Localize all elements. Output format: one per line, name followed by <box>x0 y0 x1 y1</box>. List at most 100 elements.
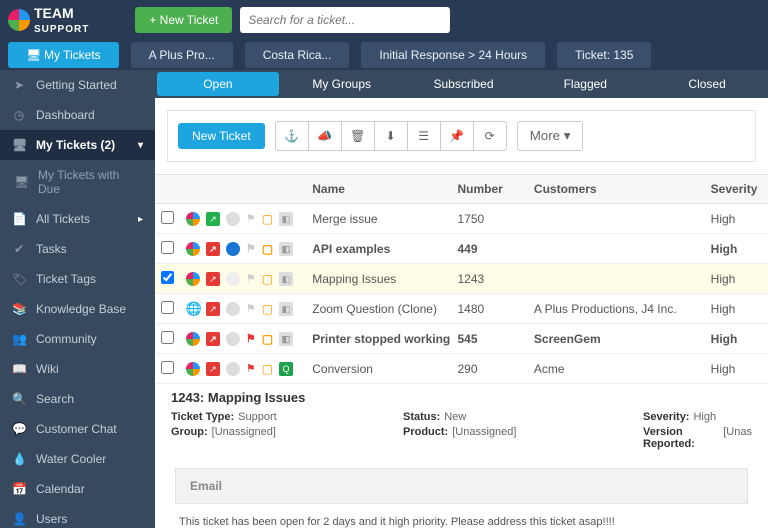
sidebar-item-14[interactable]: 👤 Users <box>0 504 155 528</box>
sidebar-item-label: Knowledge Base <box>36 302 126 316</box>
download-icon[interactable]: ⬇ <box>374 121 408 151</box>
sidebar-item-9[interactable]: 📖Wiki <box>0 354 155 384</box>
sidebar-item-label: Water Cooler <box>36 452 106 466</box>
flag-icon: ⚑ <box>246 332 256 345</box>
sidebar-item-3[interactable]: 🖥My Tickets with Due <box>0 160 155 204</box>
sidebar-item-7[interactable]: 📚 Knowledge Base <box>0 294 155 324</box>
table-row[interactable]: ↗⚑▢QConversion290AcmeHigh <box>155 354 768 384</box>
chevron-right-icon: ▸ <box>138 214 143 225</box>
tab-1[interactable]: A Plus Pro... <box>131 42 233 68</box>
row-checkbox[interactable] <box>161 271 174 284</box>
sidebar-item-0[interactable]: ➤Getting Started <box>0 70 155 100</box>
col-name-header[interactable]: Name <box>306 182 457 196</box>
subtab-closed[interactable]: Closed <box>646 70 768 98</box>
row-checkbox[interactable] <box>161 361 174 374</box>
table-row[interactable]: ↗⚑▢◧Printer stopped working545ScreenGemH… <box>155 324 768 354</box>
status-box-icon: ↗ <box>206 302 220 316</box>
sidebar-item-10[interactable]: 🔍Search <box>0 384 155 414</box>
cell-number: 290 <box>457 362 533 376</box>
globe-icon: 🌐 <box>186 302 200 316</box>
table-row[interactable]: ↗⚑▢◧API examples449High <box>155 234 768 264</box>
cell-number: 449 <box>457 242 533 256</box>
type-icon <box>186 362 200 376</box>
attachment-icon: ◧ <box>279 272 293 286</box>
more-button[interactable]: More ▾ <box>517 121 584 151</box>
sidebar-item-5[interactable]: ✔Tasks <box>0 234 155 264</box>
sidebar-item-label: Customer Chat <box>36 422 117 436</box>
tab-3[interactable]: Initial Response > 24 Hours <box>361 42 545 68</box>
rss-icon: ▢ <box>262 362 273 376</box>
col-customers-header[interactable]: Customers <box>534 182 711 196</box>
sidebar-item-6[interactable]: 🏷Ticket Tags <box>0 264 155 294</box>
anchor-icon[interactable]: ⚓ <box>275 121 309 151</box>
attachment-icon: ◧ <box>279 212 293 226</box>
sidebar-item-label: Calendar <box>36 482 85 496</box>
subtab-subscribed[interactable]: Subscribed <box>403 70 525 98</box>
toolbar-new-ticket-button[interactable]: New Ticket <box>178 123 265 149</box>
tab-2[interactable]: Costa Rica... <box>245 42 350 68</box>
announce-icon[interactable]: 📣 <box>308 121 342 151</box>
search-input[interactable] <box>240 7 450 33</box>
col-number-header[interactable]: Number <box>457 182 533 196</box>
cell-severity: High <box>711 212 768 226</box>
sidebar-icon: 📖 <box>12 362 26 376</box>
sidebar-item-11[interactable]: 💬 Customer Chat <box>0 414 155 444</box>
detail-title: 1243: Mapping Issues <box>171 390 752 405</box>
tab-4[interactable]: Ticket: 135 <box>557 42 651 68</box>
table-row[interactable]: ↗⚑▢◧Merge issue1750High <box>155 204 768 234</box>
sidebar-icon: 👤 <box>12 512 26 526</box>
detail-body: This ticket has been open for 2 days and… <box>171 512 752 528</box>
flag-icon: ⚑ <box>246 362 256 375</box>
sidebar-icon: 💬 <box>12 422 26 436</box>
type-icon <box>186 242 200 256</box>
subtab-flagged[interactable]: Flagged <box>524 70 646 98</box>
dot-icon <box>226 332 240 346</box>
tab-0[interactable]: 🖥My Tickets <box>8 42 119 68</box>
row-checkbox[interactable] <box>161 331 174 344</box>
sidebar-item-13[interactable]: 📅Calendar <box>0 474 155 504</box>
status-box-icon: ↗ <box>206 272 220 286</box>
sidebar-item-2[interactable]: 🖥My Tickets (2)▾ <box>0 130 155 160</box>
trash-icon[interactable]: 🗑 <box>341 121 375 151</box>
sidebar-item-8[interactable]: 👥Community <box>0 324 155 354</box>
chevron-down-icon: ▾ <box>138 140 143 151</box>
flag-icon: ⚑ <box>246 272 256 285</box>
app-logo: TEAMSUPPORT <box>8 6 89 35</box>
status-box-icon: ↗ <box>206 242 220 256</box>
col-severity-header[interactable]: Severity <box>711 182 768 196</box>
dot-icon <box>226 272 240 286</box>
sidebar-item-12[interactable]: 💧 Water Cooler <box>0 444 155 474</box>
sidebar-item-label: My Tickets with Due <box>38 168 143 196</box>
table-row[interactable]: ↗⚑▢◧Mapping Issues1243High <box>155 264 768 294</box>
list-icon[interactable]: ☰ <box>407 121 441 151</box>
sidebar-item-label: Users <box>36 512 67 526</box>
sidebar-item-label: Community <box>36 332 97 346</box>
row-checkbox[interactable] <box>161 211 174 224</box>
status-box-icon: ↗ <box>206 212 220 226</box>
dot-icon <box>226 242 240 256</box>
refresh-icon[interactable]: ⟳ <box>473 121 507 151</box>
sidebar-icon: ◷ <box>12 108 26 122</box>
sidebar-icon: 💧 <box>12 452 26 466</box>
sidebar-item-4[interactable]: 📄All Tickets▸ <box>0 204 155 234</box>
sidebar-item-1[interactable]: ◷Dashboard <box>0 100 155 130</box>
type-icon <box>186 332 200 346</box>
sidebar-item-label: All Tickets <box>36 212 90 226</box>
rss-icon: ▢ <box>262 302 273 316</box>
row-checkbox[interactable] <box>161 241 174 254</box>
cell-severity: High <box>711 272 768 286</box>
sidebar-icon: 🏷 <box>12 272 26 286</box>
subtab-my-groups[interactable]: My Groups <box>281 70 403 98</box>
sidebar-icon: 📚 <box>12 302 26 316</box>
flag-icon: ⚑ <box>246 302 256 315</box>
pin-icon[interactable]: 📌 <box>440 121 474 151</box>
cell-name: API examples <box>306 242 457 256</box>
subtab-open[interactable]: Open <box>157 72 279 96</box>
cell-severity: High <box>711 242 768 256</box>
row-checkbox[interactable] <box>161 301 174 314</box>
new-ticket-button[interactable]: + New Ticket <box>135 7 232 33</box>
attachment-icon: ◧ <box>279 242 293 256</box>
attachment-icon: ◧ <box>279 332 293 346</box>
rss-icon: ▢ <box>262 242 273 256</box>
table-row[interactable]: 🌐↗⚑▢◧Zoom Question (Clone)1480A Plus Pro… <box>155 294 768 324</box>
